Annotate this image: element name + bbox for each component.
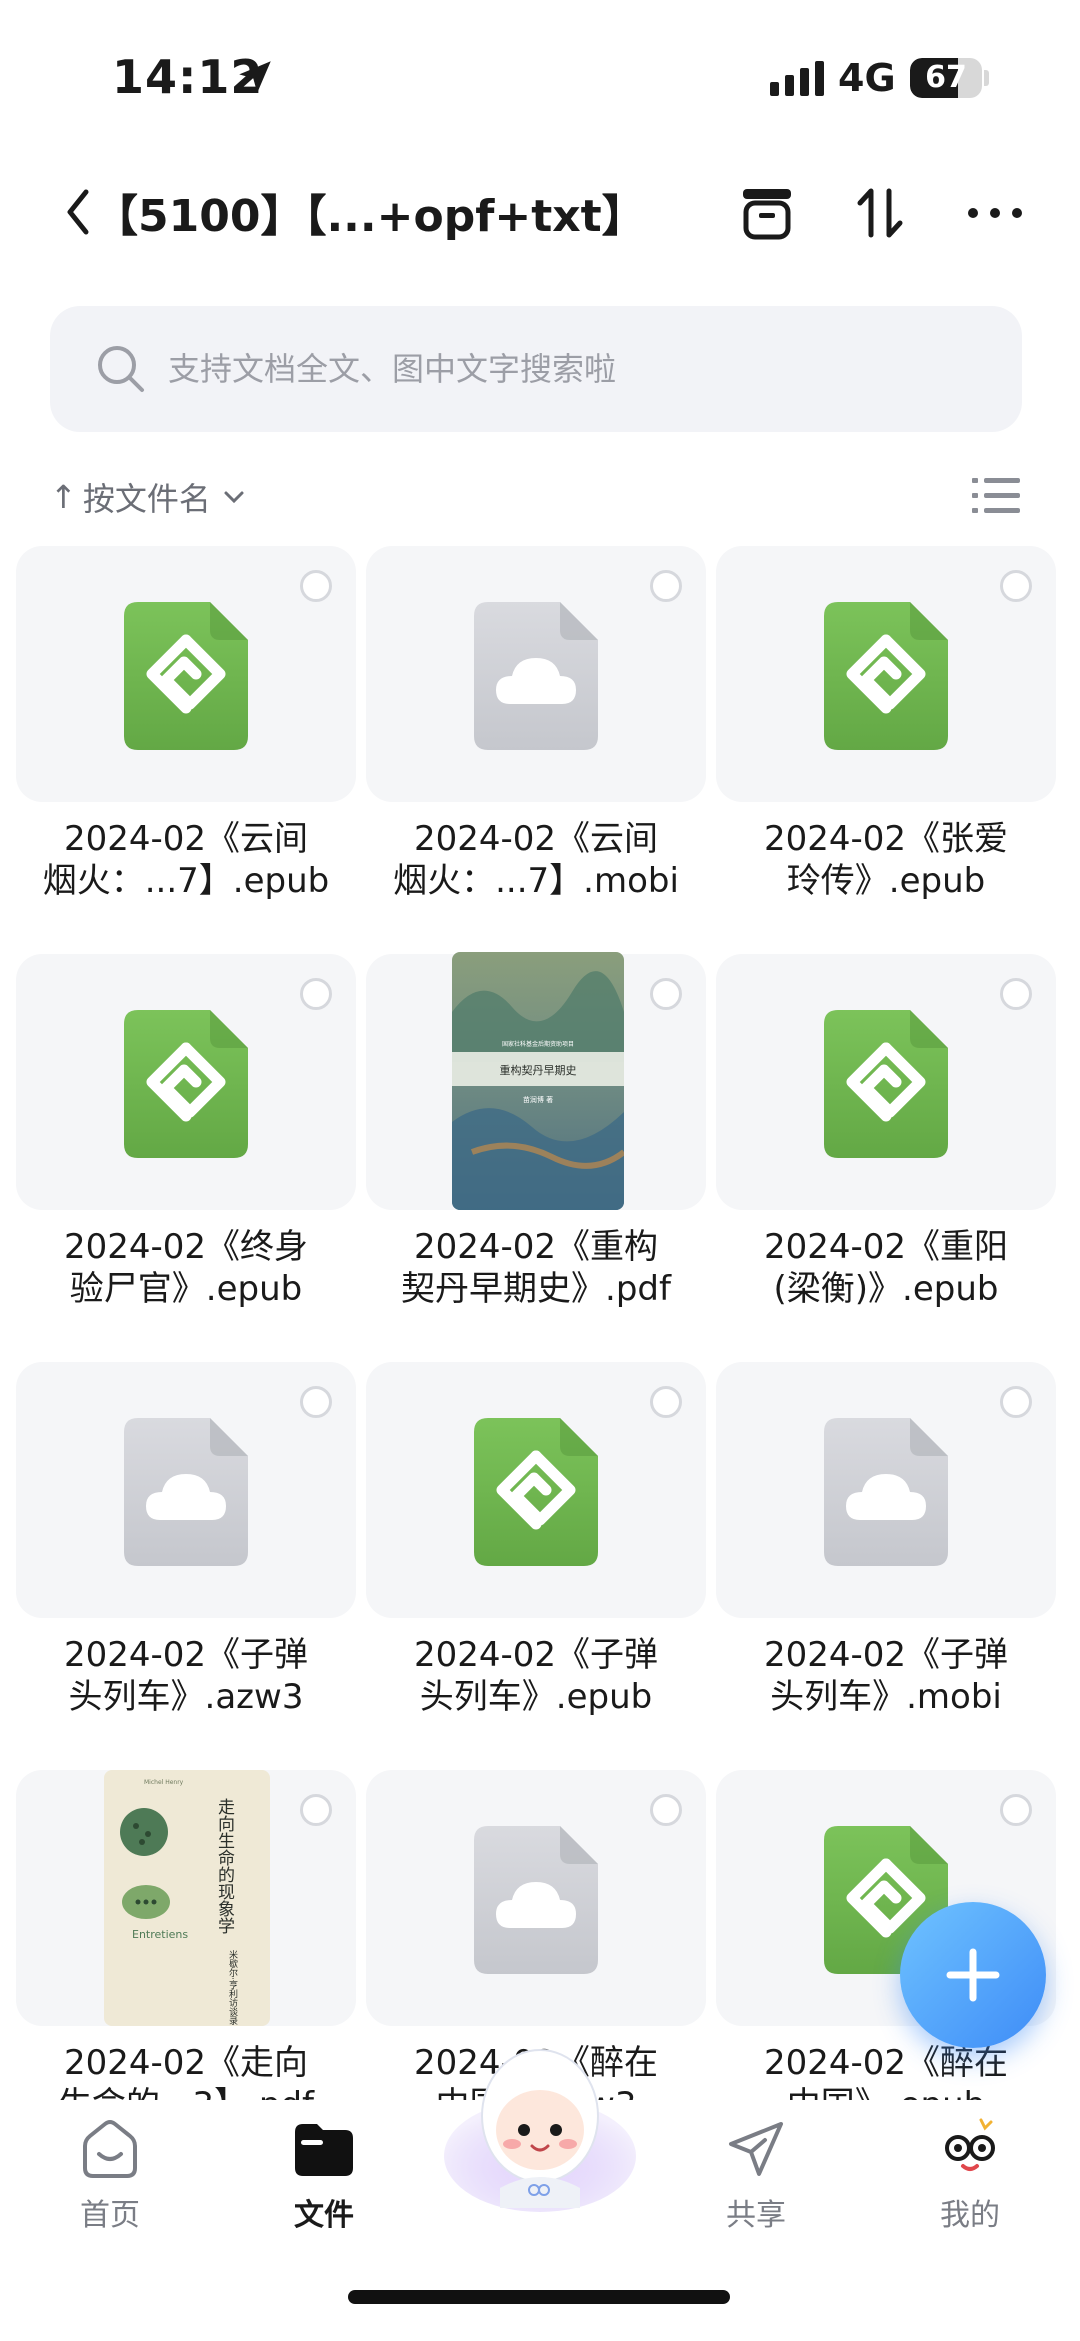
- file-name: 2024-02《重构 契丹早期史》.pdf: [401, 1227, 671, 1309]
- sort-row: ↑ 按文件名: [0, 460, 1080, 530]
- tab-files[interactable]: 文件: [254, 2114, 394, 2234]
- tab-label: 首页: [80, 2198, 140, 2233]
- file-card[interactable]: 2024-02《云间 烟火：...7】.mobi: [366, 546, 706, 926]
- cloud-file-icon: [474, 1826, 598, 1974]
- book-cover-qidan: 国家社科基金后期资助项目 重构契丹早期史 苗润博 著: [452, 952, 624, 1210]
- archive-button[interactable]: [732, 178, 802, 248]
- epub-icon: [824, 602, 948, 750]
- file-card[interactable]: 2024-02《子弹 头列车》.mobi: [716, 1362, 1056, 1742]
- file-card[interactable]: 国家社科基金后期资助项目 重构契丹早期史 苗润博 著 2024-02《重构 契丹早…: [366, 952, 706, 1334]
- tab-share[interactable]: 共享: [686, 2114, 826, 2234]
- tab-label: 文件: [294, 2198, 354, 2233]
- cloud-file-icon: [474, 602, 598, 750]
- cover-title: 走向生命的现象学: [214, 1798, 235, 1934]
- cover-author: 苗润博 著: [523, 1095, 553, 1104]
- tab-label: 我的: [940, 2198, 1000, 2233]
- file-name: 2024-02《重阳 (梁衡)》.epub: [763, 1227, 1009, 1309]
- select-radio[interactable]: [650, 570, 682, 602]
- archive-icon: [743, 189, 791, 240]
- add-button[interactable]: [900, 1902, 1046, 2048]
- select-radio[interactable]: [650, 1386, 682, 1418]
- file-card[interactable]: 2024-02《张爱 玲传》.epub: [716, 546, 1056, 926]
- battery-icon: 67: [910, 58, 982, 98]
- file-name: 2024-02《云间 烟火：...7】.epub: [42, 819, 330, 901]
- select-radio[interactable]: [300, 570, 332, 602]
- select-radio[interactable]: [1000, 1386, 1032, 1418]
- sort-direction-arrow: ↑: [50, 478, 77, 516]
- folder-icon: [295, 2124, 353, 2176]
- location-arrow-icon: [239, 61, 271, 93]
- file-name: 2024-02《子弹 头列车》.epub: [413, 1635, 659, 1717]
- file-card[interactable]: 2024-02《重阳 (梁衡)》.epub: [716, 954, 1056, 1334]
- home-icon: [83, 2120, 137, 2178]
- epub-icon: [124, 602, 248, 750]
- mascot-assistant-icon[interactable]: [440, 2038, 640, 2218]
- epub-icon: [124, 1010, 248, 1158]
- sort-arrows-icon: [857, 188, 903, 238]
- select-radio[interactable]: [300, 1386, 332, 1418]
- status-bar: 14:12 4G 67: [0, 0, 1080, 150]
- chevron-down-icon: [224, 491, 244, 504]
- network-type: 4G: [838, 56, 896, 100]
- tab-label: 共享: [726, 2198, 786, 2233]
- file-name: 2024-02《子弹 头列车》.azw3: [63, 1635, 309, 1717]
- file-card[interactable]: 2024-02《子弹 头列车》.azw3: [16, 1362, 356, 1742]
- select-radio[interactable]: [650, 1794, 682, 1826]
- cover-author-en: Michel Henry: [144, 1779, 184, 1786]
- file-name: 2024-02《走向 生命的...3】.pdf: [58, 2043, 314, 2106]
- more-dots-icon: [968, 208, 1022, 218]
- nav-bar: 【5100】【...+opf+txt】: [0, 160, 1080, 280]
- select-radio[interactable]: [1000, 1794, 1032, 1826]
- sort-by-name-dropdown[interactable]: ↑ 按文件名: [50, 474, 249, 520]
- file-name: 2024-02《子弹 头列车》.mobi: [763, 1635, 1009, 1717]
- tab-profile[interactable]: 我的: [900, 2114, 1040, 2234]
- back-chevron-icon[interactable]: [58, 182, 98, 242]
- epub-icon: [824, 1010, 948, 1158]
- epub-icon: [474, 1418, 598, 1566]
- file-card[interactable]: 2024-02《终身 验尸官》.epub: [16, 954, 356, 1334]
- sort-label: 按文件名: [82, 480, 211, 518]
- cover-small-text: 国家社科基金后期资助项目: [502, 1040, 574, 1048]
- plus-icon: [946, 1948, 1000, 2002]
- battery-tip: [984, 70, 989, 86]
- file-name: 2024-02《终身 验尸官》.epub: [63, 1227, 309, 1309]
- file-card[interactable]: 2024-02《云间 烟火：...7】.epub: [16, 546, 356, 926]
- send-icon: [729, 2122, 783, 2176]
- search-bar[interactable]: [50, 306, 1022, 432]
- search-icon: [98, 346, 144, 392]
- cover-subtitle: 米歇尔·亨利访谈录: [227, 1949, 238, 2025]
- file-grid: 2024-02《云间 烟火：...7】.epub 2024-02《云间 烟火：...…: [0, 546, 1080, 2106]
- select-radio[interactable]: [1000, 570, 1032, 602]
- select-radio[interactable]: [300, 1794, 332, 1826]
- cover-subtitle-en: Entretiens: [132, 1928, 188, 1941]
- file-card[interactable]: 2024-02《子弹 头列车》.epub: [366, 1362, 706, 1742]
- list-view-icon[interactable]: [970, 472, 1022, 520]
- select-radio[interactable]: [650, 978, 682, 1010]
- cloud-file-icon: [124, 1418, 248, 1566]
- folder-title: 【5100】【...+opf+txt】: [94, 191, 646, 242]
- search-input[interactable]: [168, 350, 988, 388]
- book-cover-zouxiang: Michel Henry 走向生命的现象学 Entretiens 米歇尔·亨利访…: [104, 1770, 270, 2026]
- signal-icon: [770, 61, 824, 96]
- select-radio[interactable]: [1000, 978, 1032, 1010]
- file-name: 2024-02《云间 烟火：...7】.mobi: [393, 819, 679, 901]
- file-name: 2024-02《张爱 玲传》.epub: [763, 819, 1009, 901]
- more-button[interactable]: [960, 178, 1030, 248]
- battery-percent: 67: [925, 60, 967, 95]
- profile-icon: [945, 2118, 995, 2171]
- file-name: 2024-02《醉在 中国》.epub: [763, 2043, 1009, 2106]
- file-card[interactable]: Michel Henry 走向生命的现象学 Entretiens 米歇尔·亨利访…: [16, 1770, 356, 2106]
- home-indicator: [348, 2290, 730, 2304]
- sort-button[interactable]: [846, 178, 916, 248]
- bottom-tab-bar: 首页 文件 共享 我的: [0, 2049, 1080, 2341]
- cover-title: 重构契丹早期史: [500, 1063, 577, 1077]
- select-radio[interactable]: [300, 978, 332, 1010]
- cloud-file-icon: [824, 1418, 948, 1566]
- tab-home[interactable]: 首页: [40, 2114, 180, 2234]
